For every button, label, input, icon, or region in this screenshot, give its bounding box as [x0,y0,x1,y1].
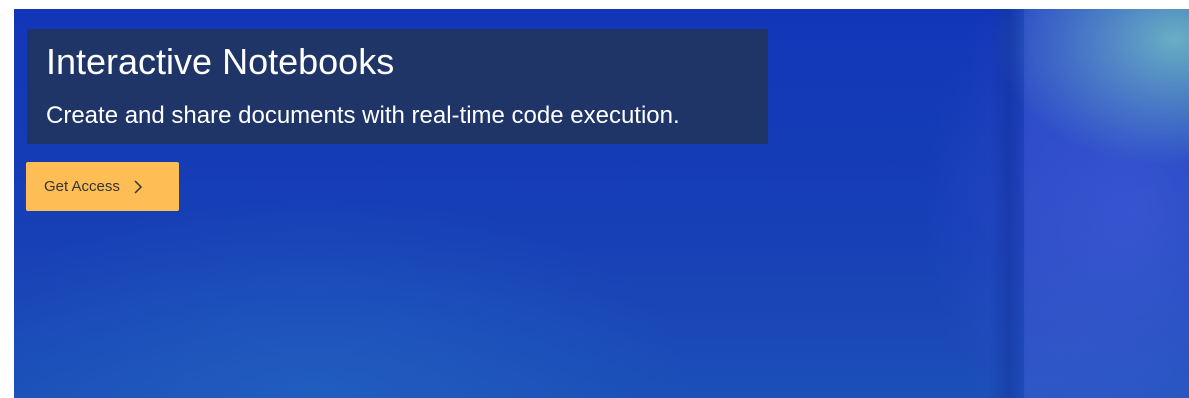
hero-subtitle: Create and share documents with real-tim… [46,102,680,129]
hero-background-highlight [1024,9,1189,398]
chevron-right-icon [133,179,143,194]
hero-banner: Interactive Notebooks Create and share d… [14,9,1189,398]
get-access-button[interactable]: Get Access [26,162,179,211]
hero-title: Interactive Notebooks [46,41,395,82]
hero-caption-box: Interactive Notebooks Create and share d… [27,29,768,144]
get-access-label: Get Access [44,178,120,195]
hero-background-shade [989,9,1029,398]
